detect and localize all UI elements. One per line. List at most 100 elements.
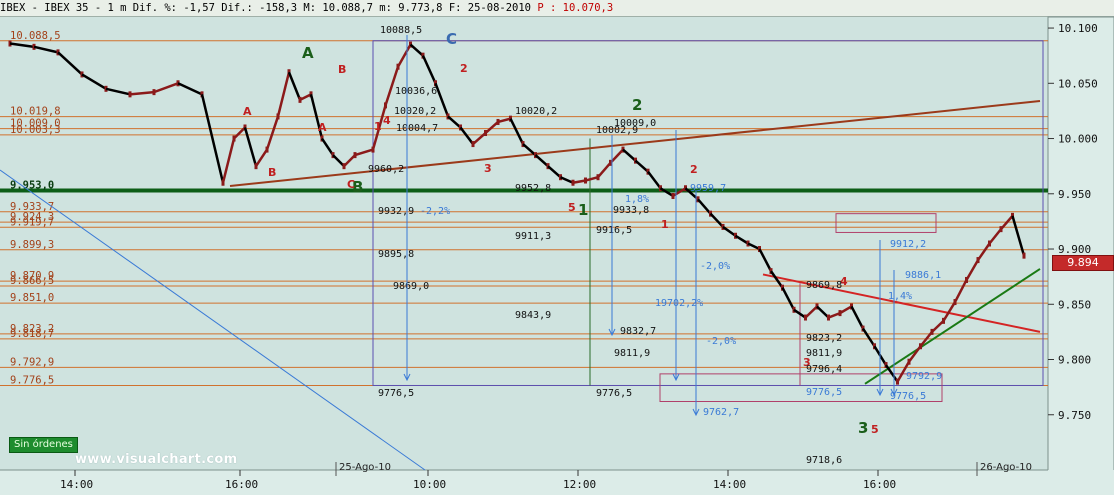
x-tick-label: 14:00 [60, 478, 93, 491]
wave-label: 2 [632, 96, 642, 114]
price-annotation: 9932,9 [378, 206, 414, 217]
price-annotation: 9960,2 [368, 164, 404, 175]
price-annotation: 9811,9 [614, 348, 650, 359]
date-label: 26-Ago-10 [980, 462, 1032, 473]
price-segment [597, 162, 612, 179]
price-segment [931, 319, 945, 333]
price-segment [177, 82, 203, 96]
orders-badge[interactable]: Sin órdenes [9, 437, 78, 453]
price-segment [709, 212, 724, 228]
x-tick-label: 16:00 [225, 478, 258, 491]
price-level-label: 9.818,7 [10, 328, 54, 340]
price-annotation: 9832,7 [620, 326, 656, 337]
price-annotation: 9869,8 [806, 280, 842, 291]
price-segment [816, 305, 830, 319]
price-segment [105, 87, 131, 96]
price-segment [965, 259, 980, 281]
price-segment [9, 42, 35, 49]
price-level-label: 10.088,5 [10, 30, 61, 42]
price-segment [221, 138, 236, 184]
price-level-label: 10.019,8 [10, 106, 61, 118]
price-segment [509, 118, 525, 145]
price-segment [129, 90, 155, 96]
price-segment [828, 311, 841, 319]
price-annotation: 9792,9 [906, 371, 942, 382]
price-segment [254, 148, 269, 167]
price-annotation: 9811,9 [806, 348, 842, 359]
price-segment [265, 116, 280, 150]
wave-label: 1 [374, 120, 382, 133]
wave-label: 4 [383, 114, 391, 127]
price-segment [57, 51, 83, 76]
price-annotation: 9959,7 [690, 183, 726, 194]
y-tick-label: 9.850 [1058, 298, 1091, 311]
y-tick-label: 9.800 [1058, 354, 1091, 367]
price-segment [781, 287, 796, 311]
chart-window: IBEX - IBEX 35 - 1 m Dif. %: -1,57 Dif.:… [0, 0, 1114, 495]
price-annotation: 9718,6 [806, 455, 842, 466]
price-annotation: 10020,2 [394, 106, 436, 117]
y-tick-label: 9.950 [1058, 188, 1091, 201]
wave-label: A [318, 121, 327, 134]
price-segment [233, 126, 246, 140]
wave-label: 3 [484, 162, 492, 175]
price-level-label: 9.919,7 [10, 216, 54, 228]
price-segment [276, 71, 291, 117]
price-segment [769, 270, 784, 289]
price-segment [559, 176, 574, 184]
candle-body [1022, 252, 1026, 259]
price-annotation: 9796,4 [806, 364, 842, 375]
price-annotation: 9886,1 [905, 270, 941, 281]
price-segment [447, 115, 462, 129]
price-level-label: 10.003,3 [10, 124, 61, 136]
price-annotation: 1,8% [625, 194, 649, 205]
price-segment [287, 71, 302, 101]
price-segment [722, 225, 737, 237]
price-segment [572, 179, 586, 184]
wave-label: A [302, 44, 314, 62]
price-segment [33, 45, 59, 54]
price-annotation: 10088,5 [380, 25, 422, 36]
price-segment [396, 44, 412, 68]
price-level-label: 9.866,5 [10, 275, 54, 287]
price-segment [804, 305, 818, 319]
date-label: 25-Ago-10 [339, 462, 391, 473]
y-tick-label: 10.050 [1058, 77, 1098, 90]
price-segment [547, 165, 562, 179]
wave-label: C [446, 30, 457, 48]
price-segment [243, 127, 258, 167]
price-annotation: 9916,5 [596, 225, 632, 236]
wave-label: 1 [661, 218, 669, 231]
wave-label: 1 [578, 201, 588, 219]
wave-label: 3 [858, 419, 868, 437]
price-segment [988, 228, 1002, 245]
price-annotation: 9823,2 [806, 333, 842, 344]
wave-label: 2 [690, 163, 698, 176]
price-segment [522, 143, 537, 157]
price-segment [354, 148, 374, 157]
price-annotation: 9912,2 [890, 239, 926, 250]
price-segment [332, 154, 345, 168]
price-annotation: 9776,5 [806, 387, 842, 398]
price-segment [534, 154, 549, 168]
price-chart[interactable]: 10.10010.05010.0009.9509.9009.8509.8009.… [0, 0, 1114, 495]
price-annotation: 10020,2 [515, 106, 557, 117]
price-annotation: 1,4% [888, 291, 912, 302]
y-tick-label: 10.000 [1058, 133, 1098, 146]
x-tick-label: 14:00 [713, 478, 746, 491]
wave-label: 5 [568, 201, 576, 214]
price-level-label: 9.851,0 [10, 292, 54, 304]
price-annotation: 9933,8 [613, 205, 649, 216]
price-annotation: -2,0% [706, 336, 736, 347]
price-segment [320, 137, 335, 156]
price-annotation: 9776,5 [596, 388, 632, 399]
price-segment [153, 82, 179, 94]
price-level-label: 9.792,9 [10, 356, 54, 368]
price-segment [585, 175, 599, 182]
price-annotation: 9762,7 [703, 407, 739, 418]
price-segment [647, 170, 662, 190]
price-level-label: 9.899,3 [10, 239, 54, 251]
watermark-text: www.visualchart.com [75, 452, 238, 467]
price-segment [839, 305, 853, 315]
price-segment [299, 93, 312, 101]
